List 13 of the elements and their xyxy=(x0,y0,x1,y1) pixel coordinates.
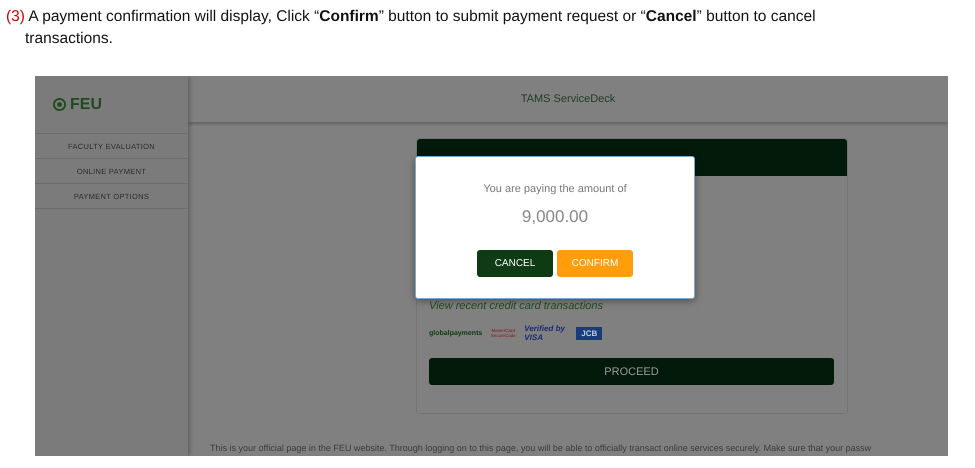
logo-text: FEU xyxy=(70,96,102,114)
dialog-message: You are paying the amount of xyxy=(483,183,627,195)
transactions-link[interactable]: View recent credit card transactions xyxy=(429,300,835,312)
proceed-button[interactable]: PROCEED xyxy=(429,358,834,385)
footer-text: This is your official page in the FEU website. Through logging on to this page, you will be able to officially transact online services securely. Make sure that your passw xyxy=(210,443,872,453)
seal-icon xyxy=(53,98,66,111)
instruction-text: (3) A payment confirmation will display, Click “Confirm” button to submit payment request or “Cancel” button to cancel transactions. xyxy=(6,7,817,49)
cancel-button[interactable]: CANCEL xyxy=(477,250,553,277)
confirm-button[interactable]: CONFIRM xyxy=(557,250,633,277)
header-title: TAMS ServiceDeck xyxy=(520,93,616,105)
amount-text: 9,000.00 xyxy=(522,207,588,227)
payment-logo: JCB xyxy=(576,326,602,340)
payment-logo: Verified by VISA xyxy=(524,324,566,342)
